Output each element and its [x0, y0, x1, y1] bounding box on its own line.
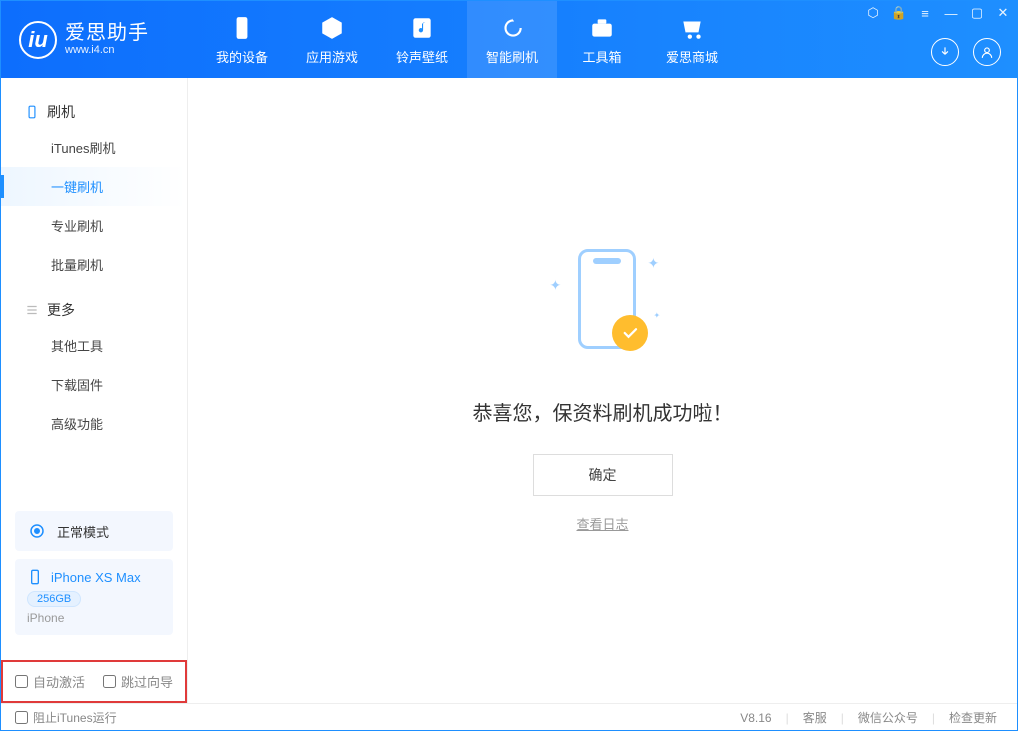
- nav-label: 应用游戏: [306, 47, 358, 66]
- device-type: iPhone: [27, 611, 161, 625]
- logo-text: 爱思助手 www.i4.cn: [65, 23, 149, 56]
- account-button[interactable]: [973, 38, 1001, 66]
- close-button[interactable]: ✕: [995, 5, 1011, 21]
- mode-label: 正常模式: [57, 522, 109, 541]
- sidebar-head-flash: 刷机: [1, 96, 187, 128]
- logo[interactable]: iu 爱思助手 www.i4.cn: [1, 1, 167, 78]
- toolbox-icon: [588, 14, 616, 42]
- sidebar: 刷机 iTunes刷机 一键刷机 专业刷机 批量刷机 更多 其他工具 下载固件 …: [1, 78, 188, 703]
- device-card[interactable]: iPhone XS Max 256GB iPhone: [15, 559, 173, 635]
- main-content: ✦ ✦ ✦ 恭喜您，保资料刷机成功啦！ 确定 查看日志: [188, 78, 1017, 703]
- mode-icon: [27, 521, 47, 541]
- minimize-button[interactable]: —: [943, 5, 959, 21]
- separator: |: [786, 711, 789, 725]
- footer-link-update[interactable]: 检查更新: [943, 709, 1003, 726]
- menu-icon[interactable]: ≡: [917, 5, 933, 21]
- version-label: V8.16: [740, 711, 771, 725]
- tshirt-icon[interactable]: ⬡: [865, 5, 881, 21]
- phone-icon: [228, 14, 256, 42]
- sparkle-icon: ✦: [648, 255, 656, 263]
- nav-smart-flash[interactable]: 智能刷机: [467, 1, 557, 78]
- success-illustration: ✦ ✦ ✦: [548, 249, 658, 369]
- nav-apps-games[interactable]: 应用游戏: [287, 1, 377, 78]
- separator: |: [932, 711, 935, 725]
- device-icon: [25, 105, 39, 119]
- highlighted-options: 自动激活 跳过向导: [1, 660, 187, 703]
- footer-link-support[interactable]: 客服: [797, 709, 833, 726]
- nav-my-device[interactable]: 我的设备: [197, 1, 287, 78]
- nav-label: 爱思商城: [666, 47, 718, 66]
- app-body: 刷机 iTunes刷机 一键刷机 专业刷机 批量刷机 更多 其他工具 下载固件 …: [1, 78, 1017, 703]
- logo-title: 爱思助手: [65, 23, 149, 43]
- sidebar-item-itunes-flash[interactable]: iTunes刷机: [1, 128, 187, 167]
- sync-icon: [498, 14, 526, 42]
- sparkle-icon: ✦: [654, 311, 662, 319]
- sidebar-group-flash: 刷机 iTunes刷机 一键刷机 专业刷机 批量刷机: [1, 96, 187, 284]
- sidebar-head-label: 更多: [47, 300, 75, 320]
- footer-right: V8.16 | 客服 | 微信公众号 | 检查更新: [740, 709, 1003, 726]
- download-button[interactable]: [931, 38, 959, 66]
- skip-guide-checkbox[interactable]: 跳过向导: [103, 672, 173, 691]
- view-log-link[interactable]: 查看日志: [576, 514, 628, 533]
- header-right-buttons: [931, 38, 1001, 66]
- cube-icon: [318, 14, 346, 42]
- checkbox-input[interactable]: [15, 711, 28, 724]
- checkbox-label: 阻止iTunes运行: [33, 709, 117, 726]
- nav-label: 智能刷机: [486, 47, 538, 66]
- logo-mark-icon: iu: [19, 21, 57, 59]
- lock-icon[interactable]: 🔒: [891, 5, 907, 21]
- sidebar-item-other-tools[interactable]: 其他工具: [1, 326, 187, 365]
- checkbox-input[interactable]: [103, 675, 116, 688]
- device-name: iPhone XS Max: [51, 570, 141, 585]
- nav-store[interactable]: 爱思商城: [647, 1, 737, 78]
- footer-link-wechat[interactable]: 微信公众号: [852, 709, 924, 726]
- checkbox-label: 跳过向导: [121, 672, 173, 691]
- nav-label: 我的设备: [216, 47, 268, 66]
- window-controls: ⬡ 🔒 ≡ — ▢ ✕: [865, 5, 1011, 21]
- auto-activate-checkbox[interactable]: 自动激活: [15, 672, 85, 691]
- phone-icon: [27, 569, 43, 585]
- logo-subtitle: www.i4.cn: [65, 45, 149, 56]
- cart-icon: [678, 14, 706, 42]
- device-name-row: iPhone XS Max: [27, 569, 161, 585]
- nav-label: 工具箱: [582, 47, 621, 66]
- nav-label: 铃声壁纸: [396, 47, 448, 66]
- block-itunes-checkbox[interactable]: 阻止iTunes运行: [15, 709, 117, 726]
- sidebar-item-batch-flash[interactable]: 批量刷机: [1, 245, 187, 284]
- separator: |: [841, 711, 844, 725]
- sidebar-group-more: 更多 其他工具 下载固件 高级功能: [1, 294, 187, 443]
- sidebar-item-pro-flash[interactable]: 专业刷机: [1, 206, 187, 245]
- checkbox-label: 自动激活: [33, 672, 85, 691]
- nav-toolbox[interactable]: 工具箱: [557, 1, 647, 78]
- status-bar: 阻止iTunes运行 V8.16 | 客服 | 微信公众号 | 检查更新: [1, 703, 1017, 731]
- music-note-icon: [408, 14, 436, 42]
- sidebar-item-oneclick-flash[interactable]: 一键刷机: [1, 167, 187, 206]
- sidebar-item-download-firmware[interactable]: 下载固件: [1, 365, 187, 404]
- mode-card[interactable]: 正常模式: [15, 511, 173, 551]
- success-check-icon: [612, 315, 648, 351]
- list-icon: [25, 303, 39, 317]
- nav-ringtones-wallpapers[interactable]: 铃声壁纸: [377, 1, 467, 78]
- sparkle-icon: ✦: [550, 277, 558, 285]
- maximize-button[interactable]: ▢: [969, 5, 985, 21]
- sidebar-head-label: 刷机: [47, 102, 75, 122]
- success-message: 恭喜您，保资料刷机成功啦！: [473, 397, 733, 426]
- device-storage-badge: 256GB: [27, 591, 81, 607]
- app-header: iu 爱思助手 www.i4.cn 我的设备 应用游戏 铃声壁纸 智能刷机 工具…: [1, 1, 1017, 78]
- ok-button[interactable]: 确定: [533, 454, 673, 496]
- top-nav: 我的设备 应用游戏 铃声壁纸 智能刷机 工具箱 爱思商城: [197, 1, 737, 78]
- sidebar-head-more: 更多: [1, 294, 187, 326]
- sidebar-item-advanced[interactable]: 高级功能: [1, 404, 187, 443]
- checkbox-input[interactable]: [15, 675, 28, 688]
